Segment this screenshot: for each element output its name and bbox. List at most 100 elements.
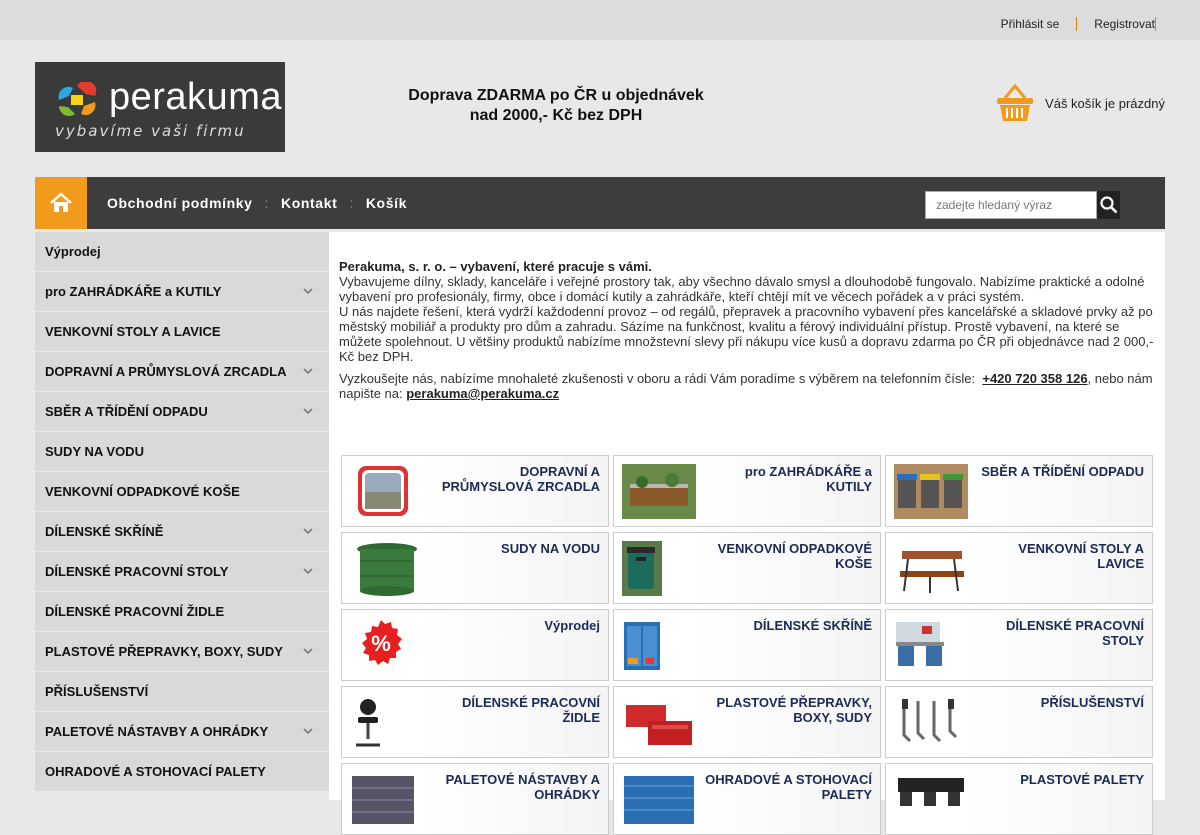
category-title: SBĚR A TŘÍDĚNÍ ODPADU <box>981 464 1144 479</box>
chevron-down-icon[interactable] <box>303 552 313 591</box>
category-title: OHRADOVÉ A STOHOVACÍ PALETY <box>705 772 872 802</box>
site-logo[interactable]: perakuma vybavíme vaši firmu <box>35 62 285 152</box>
home-button[interactable] <box>35 177 87 229</box>
category-title: VENKOVNÍ ODPADKOVÉ KOŠE <box>717 541 872 571</box>
category-tile[interactable]: PLASTOVÉ PALETY <box>885 763 1153 835</box>
main-content: Perakuma, s. r. o. – vybavení, které pra… <box>329 232 1165 835</box>
chevron-down-icon[interactable] <box>303 632 313 671</box>
contact-paragraph: Vyzkoušejte nás, nabízíme mnohaleté zkuš… <box>339 371 1157 401</box>
cart-summary[interactable]: Váš košík je prázdný <box>995 84 1165 122</box>
category-tile[interactable]: DÍLENSKÉ PRACOVNÍ ŽIDLE <box>341 686 609 758</box>
sidebar-item[interactable]: SUDY NA VODU <box>35 432 329 471</box>
category-thumbnail <box>622 541 696 596</box>
chevron-down-icon[interactable] <box>303 352 313 391</box>
sidebar-item[interactable]: DOPRAVNÍ A PRŮMYSLOVÁ ZRCADLA <box>35 352 329 391</box>
category-tile[interactable]: PLASTOVÉ PŘEPRAVKY, BOXY, SUDY <box>613 686 881 758</box>
sidebar-item[interactable]: SBĚR A TŘÍDĚNÍ ODPADU <box>35 392 329 431</box>
register-link[interactable]: Registrovat <box>1077 17 1156 31</box>
category-title: Výprodej <box>544 618 600 633</box>
cart-label: Váš košík je prázdný <box>1045 95 1165 111</box>
category-title: DÍLENSKÉ PRACOVNÍ ŽIDLE <box>462 695 600 725</box>
account-links: Přihlásit se Registrovat <box>983 17 1156 31</box>
category-tile[interactable]: PALETOVÉ NÁSTAVBY A OHRÁDKY <box>341 763 609 835</box>
sidebar-item-label: DOPRAVNÍ A PRŮMYSLOVÁ ZRCADLA <box>45 364 287 379</box>
category-thumbnail <box>894 618 968 673</box>
nav-item-contact[interactable]: Kontakt <box>281 195 337 211</box>
sidebar-item-label: SUDY NA VODU <box>45 444 144 459</box>
logo-name: perakuma <box>109 76 282 118</box>
category-tile[interactable]: SUDY NA VODU <box>341 532 609 604</box>
sidebar-item[interactable]: VENKOVNÍ ODPADKOVÉ KOŠE <box>35 472 329 511</box>
sidebar-item[interactable]: OHRADOVÉ A STOHOVACÍ PALETY <box>35 752 329 791</box>
home-icon <box>50 192 72 212</box>
chevron-down-icon[interactable] <box>303 712 313 751</box>
category-tile[interactable]: VENKOVNÍ STOLY A LAVICE <box>885 532 1153 604</box>
top-bar: Přihlásit se Registrovat <box>0 0 1200 40</box>
logo-tagline: vybavíme vaši firmu <box>55 122 246 140</box>
sidebar-item-label: DÍLENSKÉ SKŘÍNĚ <box>45 524 164 539</box>
category-tile[interactable]: pro ZAHRÁDKÁŘE a KUTILY <box>613 455 881 527</box>
search-icon <box>1099 196 1117 214</box>
category-title: PALETOVÉ NÁSTAVBY A OHRÁDKY <box>445 772 600 802</box>
sidebar-item[interactable]: PALETOVÉ NÁSTAVBY A OHRÁDKY <box>35 712 329 751</box>
category-title: VENKOVNÍ STOLY A LAVICE <box>1018 541 1144 571</box>
sidebar-item[interactable]: DÍLENSKÉ PRACOVNÍ ŽIDLE <box>35 592 329 631</box>
sidebar-item[interactable]: PŘÍSLUŠENSTVÍ <box>35 672 329 711</box>
free-shipping-promo: Doprava ZDARMA po ČR u objednávek nad 20… <box>408 87 704 124</box>
logo-mark-icon <box>58 82 97 116</box>
search-button[interactable] <box>1097 191 1120 219</box>
category-thumbnail <box>894 541 968 596</box>
category-tile[interactable]: DÍLENSKÉ SKŘÍNĚ <box>613 609 881 681</box>
category-title: PLASTOVÉ PŘEPRAVKY, BOXY, SUDY <box>716 695 872 725</box>
sidebar-item-label: SBĚR A TŘÍDĚNÍ ODPADU <box>45 404 208 419</box>
phone-link[interactable]: +420 720 358 126 <box>982 371 1087 386</box>
sidebar-item-label: Výprodej <box>45 244 101 259</box>
category-tile[interactable]: DOPRAVNÍ A PRŮMYSLOVÁ ZRCADLA <box>341 455 609 527</box>
sidebar-item-label: pro ZAHRÁDKÁŘE a KUTILY <box>45 284 222 299</box>
main-nav: Obchodní podmínky: Kontakt: Košík zadejte … <box>35 177 1165 229</box>
sidebar-item[interactable]: pro ZAHRÁDKÁŘE a KUTILY <box>35 272 329 311</box>
sidebar-item-label: OHRADOVÉ A STOHOVACÍ PALETY <box>45 764 266 779</box>
nav-item-terms[interactable]: Obchodní podmínky <box>107 195 253 211</box>
category-tile[interactable]: PŘÍSLUŠENSTVÍ <box>885 686 1153 758</box>
category-title: SUDY NA VODU <box>501 541 600 556</box>
nav-item-cart[interactable]: Košík <box>366 195 407 211</box>
email-link[interactable]: perakuma@perakuma.cz <box>406 386 559 401</box>
sidebar-item[interactable]: VENKOVNÍ STOLY A LAVICE <box>35 312 329 351</box>
nav-separator: : <box>349 195 354 211</box>
category-tile[interactable]: DÍLENSKÉ PRACOVNÍ STOLY <box>885 609 1153 681</box>
intro-paragraph-1: Vybavujeme dílny, sklady, kanceláře i ve… <box>339 274 1145 304</box>
category-thumbnail <box>622 618 696 673</box>
sidebar-item[interactable]: Výprodej <box>35 232 329 271</box>
sidebar-item-label: DÍLENSKÉ PRACOVNÍ STOLY <box>45 564 229 579</box>
category-sidebar: Výprodej pro ZAHRÁDKÁŘE a KUTILY VENKOVNÍ … <box>35 232 329 792</box>
intro-paragraph-2: U nás najdete řešení, která vydrží každo… <box>339 304 1154 364</box>
chevron-down-icon[interactable] <box>303 392 313 431</box>
category-tile[interactable]: VENKOVNÍ ODPADKOVÉ KOŠE <box>613 532 881 604</box>
category-thumbnail <box>894 695 968 750</box>
nav-separator: : <box>264 195 270 211</box>
category-title: DÍLENSKÉ PRACOVNÍ STOLY <box>1006 618 1144 648</box>
sidebar-item[interactable]: DÍLENSKÉ PRACOVNÍ STOLY <box>35 552 329 591</box>
sidebar-item-label: PLASTOVÉ PŘEPRAVKY, BOXY, SUDY <box>45 644 283 659</box>
basket-icon <box>997 84 1034 121</box>
sidebar-item-label: DÍLENSKÉ PRACOVNÍ ŽIDLE <box>45 604 225 619</box>
sidebar-item-label: PŘÍSLUŠENSTVÍ <box>45 684 149 699</box>
intro-text: Perakuma, s. r. o. – vybavení, které pra… <box>339 259 1157 401</box>
category-thumbnail: % <box>350 618 424 673</box>
chevron-down-icon[interactable] <box>303 512 313 551</box>
chevron-down-icon[interactable] <box>303 272 313 311</box>
category-tile[interactable]: SBĚR A TŘÍDĚNÍ ODPADU <box>885 455 1153 527</box>
category-thumbnail <box>622 695 696 750</box>
category-thumbnail <box>350 464 424 519</box>
intro-heading: Perakuma, s. r. o. – vybavení, které pra… <box>339 259 652 274</box>
svg-text:%: % <box>371 631 391 656</box>
sidebar-item[interactable]: DÍLENSKÉ SKŘÍNĚ <box>35 512 329 551</box>
category-tile[interactable]: % Výprodej <box>341 609 609 681</box>
category-title: PŘÍSLUŠENSTVÍ <box>1040 695 1144 710</box>
category-tile[interactable]: OHRADOVÉ A STOHOVACÍ PALETY <box>613 763 881 835</box>
sidebar-item-label: PALETOVÉ NÁSTAVBY A OHRÁDKY <box>45 724 269 739</box>
sidebar-item[interactable]: PLASTOVÉ PŘEPRAVKY, BOXY, SUDY <box>35 632 329 671</box>
login-link[interactable]: Přihlásit se <box>983 17 1078 31</box>
search-input[interactable]: zadejte hledaný výraz <box>925 191 1097 219</box>
